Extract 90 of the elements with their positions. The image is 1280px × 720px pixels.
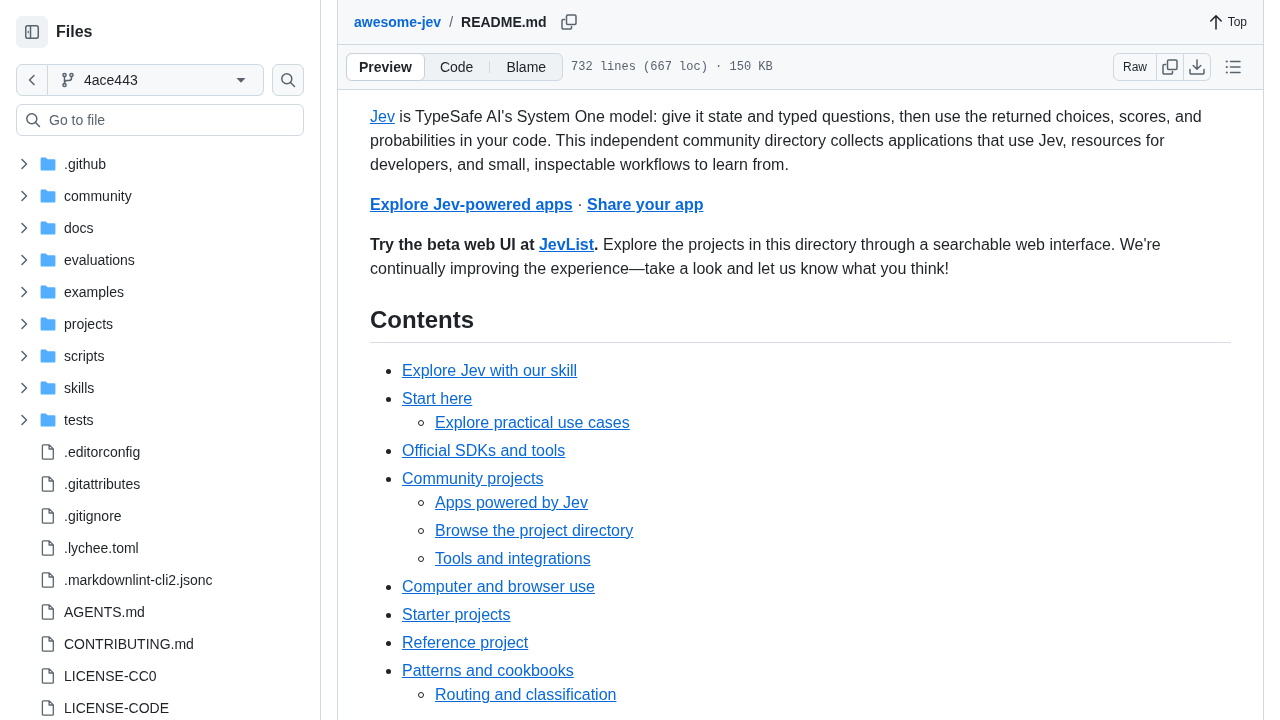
folder-item[interactable]: evaluations	[16, 244, 304, 276]
top-link[interactable]: Top	[1207, 12, 1247, 32]
path-separator: /	[449, 13, 454, 32]
panel-icon	[24, 24, 40, 40]
folder-icon	[40, 188, 56, 204]
file-icon	[40, 476, 56, 492]
folder-icon	[40, 316, 56, 332]
file-item[interactable]: .gitignore	[16, 500, 304, 532]
bullet-icon	[386, 584, 391, 590]
copy-icon	[560, 14, 577, 30]
file-item[interactable]: .gitattributes	[16, 468, 304, 500]
bullet-icon	[386, 476, 391, 482]
folder-icon	[40, 348, 56, 364]
file-icon	[40, 700, 56, 716]
file-icon	[40, 572, 56, 588]
copy-icon	[1162, 59, 1178, 75]
toc-link[interactable]: Tools and integrations	[435, 547, 591, 571]
view-tab[interactable]: Blame	[490, 54, 563, 80]
folder-icon	[40, 156, 56, 172]
bullet-icon	[386, 640, 391, 646]
file-item[interactable]: CONTRIBUTING.md	[16, 628, 304, 660]
repo-link[interactable]: awesome-jev	[354, 12, 442, 32]
bullet-icon	[386, 396, 391, 402]
toc-link[interactable]: Routing and classification	[435, 683, 617, 707]
file-icon	[40, 604, 56, 620]
file-item[interactable]: AGENTS.md	[16, 596, 304, 628]
file-icon	[40, 540, 56, 556]
toc-link[interactable]: Official SDKs and tools	[402, 439, 566, 463]
bullet-icon	[386, 612, 391, 618]
list-icon	[1225, 59, 1241, 75]
inline-link[interactable]: Explore Jev-powered apps	[370, 196, 573, 213]
folder-icon	[40, 220, 56, 236]
readme-paragraph: Explore Jev-powered apps · Share your app	[370, 195, 705, 215]
branch-selector[interactable]: 4ace443	[48, 64, 264, 96]
toc-link[interactable]: Patterns and cookbooks	[402, 659, 574, 683]
search-icon	[25, 112, 41, 128]
file-info: 732 lines (667 loc) · 150 KB	[571, 59, 773, 76]
folder-item[interactable]: tests	[16, 404, 304, 436]
file-icon	[40, 668, 56, 684]
folder-icon	[40, 380, 56, 396]
copy-file-button[interactable]	[1157, 53, 1184, 81]
collapse-sidebar-button[interactable]	[16, 16, 48, 48]
toc-link[interactable]: Community projects	[402, 467, 544, 491]
bullet-icon	[386, 368, 391, 374]
bullet-icon	[386, 668, 391, 674]
sidebar-title: Files	[56, 22, 93, 42]
section-heading: Contents	[370, 305, 1231, 343]
arrow-up-icon	[1207, 14, 1224, 30]
toc-link[interactable]: Starter projects	[402, 603, 511, 627]
file-search-field[interactable]: Go to file	[16, 104, 304, 136]
folder-item[interactable]: docs	[16, 212, 304, 244]
folder-item[interactable]: community	[16, 180, 304, 212]
toc-link[interactable]: Apps powered by Jev	[435, 491, 588, 515]
bullet-icon	[386, 448, 391, 454]
folder-item[interactable]: skills	[16, 372, 304, 404]
toc-link[interactable]: Browse the project directory	[435, 519, 634, 543]
inline-link[interactable]: Share your app	[586, 196, 704, 213]
file-icon	[40, 508, 56, 524]
folder-item[interactable]: .github	[16, 148, 304, 180]
search-button[interactable]	[272, 64, 304, 96]
folder-icon	[40, 412, 56, 428]
file-item[interactable]: .markdownlint-cli2.jsonc	[16, 564, 304, 596]
toc-link[interactable]: Start here	[402, 387, 473, 411]
folder-item[interactable]: examples	[16, 276, 304, 308]
file-icon	[40, 636, 56, 652]
file-name: README.md	[461, 13, 547, 32]
toc-link[interactable]: Explore Jev with our skill	[402, 359, 578, 383]
folder-item[interactable]: projects	[16, 308, 304, 340]
toc-link[interactable]: Reference project	[402, 631, 529, 655]
download-button[interactable]	[1184, 53, 1211, 81]
raw-button[interactable]: Raw	[1113, 53, 1157, 81]
view-tab[interactable]: Preview	[346, 53, 425, 81]
readme-paragraph: Jev is TypeSafe AI's System One model: give it state and typed questions, then use the returned choices, scores, and probabilities in your code. This independent community directory collects applications that use Jev, resources for developers, and small, inspectable workflows to learn from.	[370, 107, 1203, 175]
file-item[interactable]: .editorconfig	[16, 436, 304, 468]
readme-paragraph: Try the beta web UI at JevList. Explore the projects in this directory through a searchable web interface. We're continually improving the experience—take a look and let us know what you think!	[370, 235, 1162, 279]
search-icon	[280, 72, 296, 88]
branch-icon	[60, 72, 76, 88]
inline-link[interactable]: JevList	[538, 236, 595, 253]
folder-icon	[40, 252, 56, 268]
toc-link[interactable]: Computer and browser use	[402, 575, 595, 599]
file-item[interactable]: .lychee.toml	[16, 532, 304, 564]
file-item[interactable]: LICENSE-CODE	[16, 692, 304, 720]
download-icon	[1189, 59, 1205, 75]
file-item[interactable]: LICENSE-CC0	[16, 660, 304, 692]
file-icon	[40, 444, 56, 460]
folder-icon	[40, 284, 56, 300]
toc-link[interactable]: Explore practical use cases	[435, 411, 630, 435]
folder-item[interactable]: scripts	[16, 340, 304, 372]
inline-link[interactable]: Jev	[370, 108, 395, 125]
view-tab[interactable]: Code	[423, 54, 490, 80]
